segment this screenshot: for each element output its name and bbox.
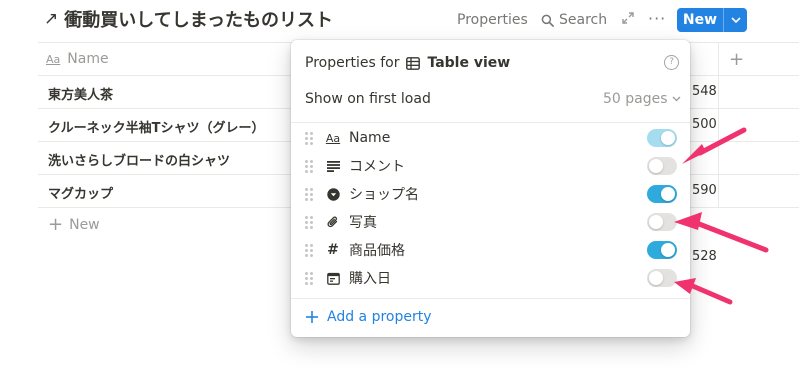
popup-divider (291, 122, 690, 123)
paperclip-icon (325, 214, 341, 230)
property-name: Name (349, 130, 391, 146)
first-load-value: 50 pages (603, 91, 668, 107)
add-column-icon[interactable]: + (729, 49, 744, 70)
add-row-label: New (69, 216, 100, 233)
property-row-date[interactable]: 購入日 (305, 264, 677, 292)
visibility-toggle-on[interactable] (647, 185, 677, 203)
drag-handle-icon[interactable] (305, 132, 313, 145)
search-button[interactable]: Search (541, 12, 607, 28)
new-button-label: New (682, 12, 718, 28)
plus-icon: + (48, 214, 64, 235)
column-divider (718, 42, 719, 208)
table-row[interactable]: 洗いさらしブロードの白シャツ (48, 150, 230, 169)
popup-title-prefix: Properties for (305, 55, 400, 71)
property-row-shop[interactable]: ショップ名 (305, 180, 677, 208)
show-on-first-load-label: Show on first load (305, 91, 431, 107)
help-icon[interactable]: ? (664, 55, 679, 70)
price-cell: 590 (692, 183, 717, 198)
new-button[interactable]: New (677, 8, 747, 32)
property-row-photo[interactable]: 写真 (305, 208, 677, 236)
search-label: Search (559, 12, 608, 28)
annotation-arrow (682, 127, 747, 164)
property-row-name[interactable]: Aa Name (305, 124, 677, 152)
calendar-icon (325, 270, 341, 286)
column-header-label: Name (67, 51, 109, 67)
visibility-toggle-on[interactable] (647, 129, 677, 147)
search-icon (541, 14, 554, 27)
column-header-name[interactable]: Aa Name (46, 51, 109, 67)
property-name: ショップ名 (349, 187, 419, 203)
drag-handle-icon[interactable] (305, 188, 313, 201)
text-lines-icon (325, 158, 341, 174)
visibility-toggle-off[interactable] (647, 157, 677, 175)
annotation-arrow (674, 212, 769, 253)
number-hash-icon: # (327, 242, 339, 258)
page-title[interactable]: 衝動買いしてしまったものリスト (64, 6, 333, 32)
open-as-page-icon[interactable]: ↗ (44, 9, 58, 29)
drag-handle-icon[interactable] (305, 160, 313, 173)
more-options-icon[interactable]: ··· (648, 9, 666, 28)
page-title-group: ↗ 衝動買いしてしまったものリスト (44, 6, 333, 32)
add-property-button[interactable]: Add a property (305, 309, 432, 325)
drag-handle-icon[interactable] (305, 216, 313, 229)
chevron-down-icon (672, 96, 680, 102)
table-view-icon (406, 56, 421, 70)
property-name: 商品価格 (349, 243, 405, 259)
top-bar: ↗ 衝動買いしてしまったものリスト Properties Search ··· … (0, 0, 799, 40)
plus-icon (306, 311, 318, 323)
add-row-button[interactable]: + New (48, 214, 100, 235)
property-name: 写真 (349, 215, 377, 231)
popup-view-name: Table view (427, 55, 511, 71)
add-property-label: Add a property (327, 309, 432, 325)
text-aa-icon: Aa (325, 131, 341, 145)
text-aa-icon: Aa (46, 52, 61, 66)
properties-button[interactable]: Properties (457, 12, 528, 28)
drag-handle-icon[interactable] (305, 244, 313, 257)
property-name: 購入日 (349, 271, 391, 287)
new-dropdown-chevron-icon[interactable] (724, 8, 747, 32)
popup-divider (291, 298, 690, 299)
table-row[interactable]: マグカップ (48, 183, 113, 202)
select-icon (325, 186, 341, 202)
property-row-price[interactable]: # 商品価格 (305, 236, 677, 264)
expand-icon[interactable] (622, 12, 634, 28)
annotation-arrow (674, 278, 733, 305)
price-cell: 548 (692, 84, 717, 99)
first-load-select[interactable]: 50 pages (603, 91, 681, 107)
popup-header: Properties for Table view (305, 55, 510, 71)
properties-popup: Properties for Table view ? Show on firs… (291, 40, 690, 337)
property-name: コメント (349, 159, 405, 175)
table-row[interactable]: 東方美人茶 (48, 84, 113, 103)
table-row[interactable]: クルーネック半袖Tシャツ（グレー） (48, 117, 264, 136)
property-row-comment[interactable]: コメント (305, 152, 677, 180)
drag-handle-icon[interactable] (305, 272, 313, 285)
